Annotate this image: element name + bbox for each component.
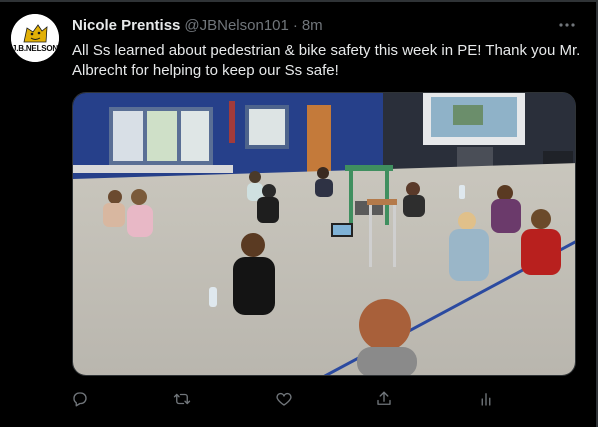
retweet-button[interactable] [170, 388, 194, 410]
timestamp[interactable]: 8m [302, 17, 323, 34]
analytics-icon [481, 393, 491, 406]
gymnasium-photo-icon [73, 93, 575, 375]
tweet-header: Nicole Prentiss @JBNelson101 · 8m [72, 15, 323, 35]
more-options-button[interactable] [552, 14, 582, 36]
avatar-logo-text: J.B.NELSON [11, 44, 58, 53]
heart-icon [276, 392, 292, 406]
reply-icon [73, 392, 87, 407]
tweet-text: All Ss learned about pedestrian & bike s… [72, 42, 581, 79]
separator-dot: · [292, 16, 298, 34]
retweet-icon [173, 393, 191, 405]
share-button[interactable] [372, 388, 396, 410]
more-options-icon [559, 23, 575, 27]
reply-button[interactable] [68, 388, 92, 410]
tweet-card[interactable]: J.B.NELSON Nicole Prentiss @JBNelson101 … [0, 0, 596, 427]
like-button[interactable] [272, 388, 296, 410]
share-icon [377, 391, 391, 405]
user-handle[interactable]: @JBNelson101 [184, 17, 288, 34]
analytics-button[interactable] [474, 388, 498, 410]
school-mascot-logo-icon [11, 14, 59, 62]
tweet-photo[interactable] [72, 92, 576, 376]
tweet-actions-bar [66, 388, 498, 410]
avatar[interactable]: J.B.NELSON [11, 14, 59, 62]
display-name[interactable]: Nicole Prentiss [72, 17, 180, 34]
